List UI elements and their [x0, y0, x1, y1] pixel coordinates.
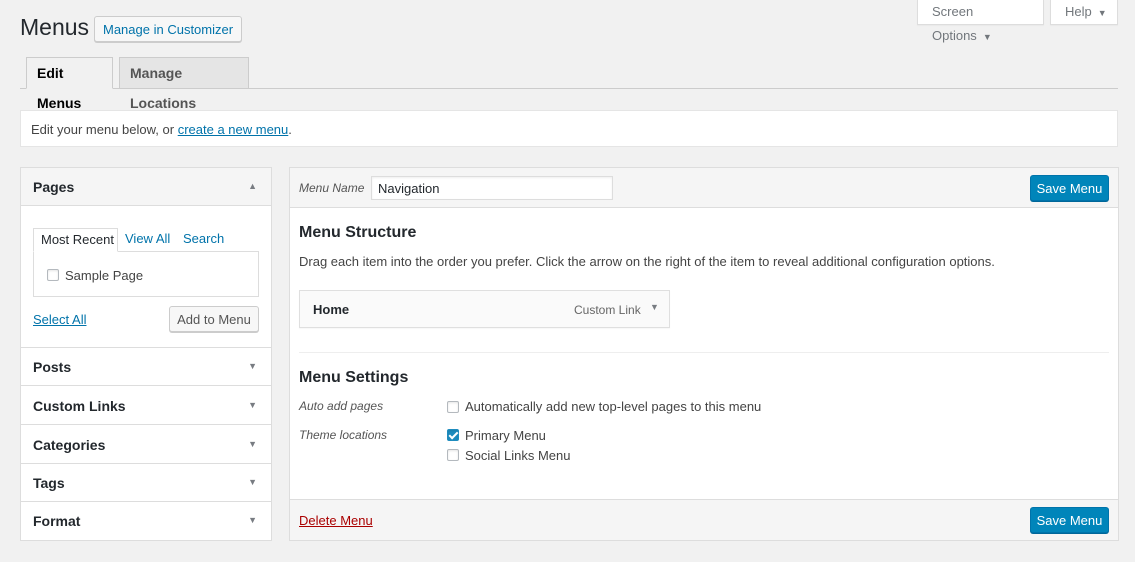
- accordion-pages-header[interactable]: Pages ▲: [21, 168, 271, 206]
- accordion-custom-links-header[interactable]: Custom Links ▼: [21, 387, 271, 425]
- caret-down-icon: ▼: [248, 361, 257, 371]
- social-links-menu-checkbox[interactable]: [447, 449, 459, 461]
- theme-locations-label: Theme locations: [299, 428, 388, 442]
- help-button[interactable]: Help ▼: [1050, 0, 1118, 25]
- primary-menu-checkbox[interactable]: [447, 429, 459, 441]
- sample-page-checkbox[interactable]: [47, 269, 59, 281]
- menu-item-home[interactable]: Home Custom Link ▼: [299, 290, 670, 328]
- menu-editor: Menu Name Save Menu Menu Structure Drag …: [289, 167, 1119, 541]
- accordion-tags-header[interactable]: Tags ▼: [21, 464, 271, 502]
- subtab-view-all[interactable]: View All: [125, 228, 170, 252]
- subtab-most-recent[interactable]: Most Recent: [33, 228, 118, 252]
- menu-settings-title: Menu Settings: [299, 369, 409, 386]
- caret-down-icon: ▼: [248, 439, 257, 449]
- accordion-format-title: Format: [33, 513, 81, 529]
- edit-menu-notice: Edit your menu below, or create a new me…: [20, 110, 1118, 147]
- save-menu-button[interactable]: Save Menu: [1030, 175, 1109, 201]
- save-menu-button-footer[interactable]: Save Menu: [1030, 507, 1109, 533]
- section-separator: [299, 352, 1109, 353]
- caret-down-icon: ▼: [248, 515, 257, 525]
- menu-name-label: Menu Name: [299, 181, 365, 195]
- accordion-posts-header[interactable]: Posts ▼: [21, 348, 271, 386]
- caret-down-icon[interactable]: ▼: [650, 302, 659, 312]
- menu-name-input[interactable]: [371, 176, 613, 200]
- select-all-link[interactable]: Select All: [33, 312, 86, 327]
- notice-suffix: .: [288, 122, 292, 137]
- menu-item-type: Custom Link: [574, 303, 641, 317]
- auto-add-pages-option: Automatically add new top-level pages to…: [465, 399, 762, 414]
- accordion-custom-links-title: Custom Links: [33, 398, 126, 414]
- caret-up-icon: ▲: [248, 181, 257, 191]
- menu-item-title: Home: [313, 302, 350, 317]
- subtab-search[interactable]: Search: [183, 228, 224, 252]
- caret-down-icon: ▼: [248, 400, 257, 410]
- social-links-menu-label: Social Links Menu: [465, 448, 571, 463]
- caret-down-icon: ▼: [982, 32, 992, 42]
- menu-editor-header: Menu Name Save Menu: [290, 168, 1118, 208]
- manage-in-customizer-button[interactable]: Manage in Customizer: [94, 16, 243, 42]
- page-title: Menus: [20, 14, 90, 40]
- screen-options-label: Screen Options: [932, 4, 977, 43]
- menu-structure-description: Drag each item into the order you prefer…: [299, 254, 995, 269]
- sample-page-label: Sample Page: [65, 268, 144, 283]
- tab-manage-locations[interactable]: Manage Locations: [119, 57, 249, 111]
- accordion-categories-title: Categories: [33, 437, 106, 453]
- help-label: Help: [1065, 4, 1092, 19]
- caret-down-icon: ▼: [1097, 8, 1107, 18]
- primary-menu-label: Primary Menu: [465, 428, 546, 443]
- auto-add-pages-checkbox[interactable]: [447, 401, 459, 413]
- accordion-tags-title: Tags: [33, 475, 65, 491]
- caret-down-icon: ▼: [248, 477, 257, 487]
- pages-panel: Most Recent View All Search Sample Page …: [21, 206, 271, 348]
- screen-options-button[interactable]: Screen Options ▼: [917, 0, 1044, 43]
- notice-prefix: Edit your menu below, or: [31, 122, 178, 137]
- tab-edit-menus[interactable]: Edit Menus: [26, 57, 113, 111]
- accordion-posts-title: Posts: [33, 359, 72, 375]
- accordion-categories-header[interactable]: Categories ▼: [21, 426, 271, 464]
- add-to-menu-button[interactable]: Add to Menu: [169, 306, 259, 332]
- delete-menu-link[interactable]: Delete Menu: [299, 513, 373, 528]
- accordion-format-header[interactable]: Format ▼: [21, 502, 271, 540]
- auto-add-pages-label: Auto add pages: [299, 399, 384, 413]
- add-menu-items-accordion: Pages ▲ Most Recent View All Search Samp…: [20, 167, 272, 541]
- accordion-pages-title: Pages: [33, 179, 75, 195]
- menu-structure-title: Menu Structure: [299, 224, 417, 241]
- create-new-menu-link[interactable]: create a new menu: [178, 122, 289, 137]
- menu-editor-footer: Delete Menu Save Menu: [290, 499, 1118, 540]
- pages-list-panel: Sample Page: [33, 251, 259, 297]
